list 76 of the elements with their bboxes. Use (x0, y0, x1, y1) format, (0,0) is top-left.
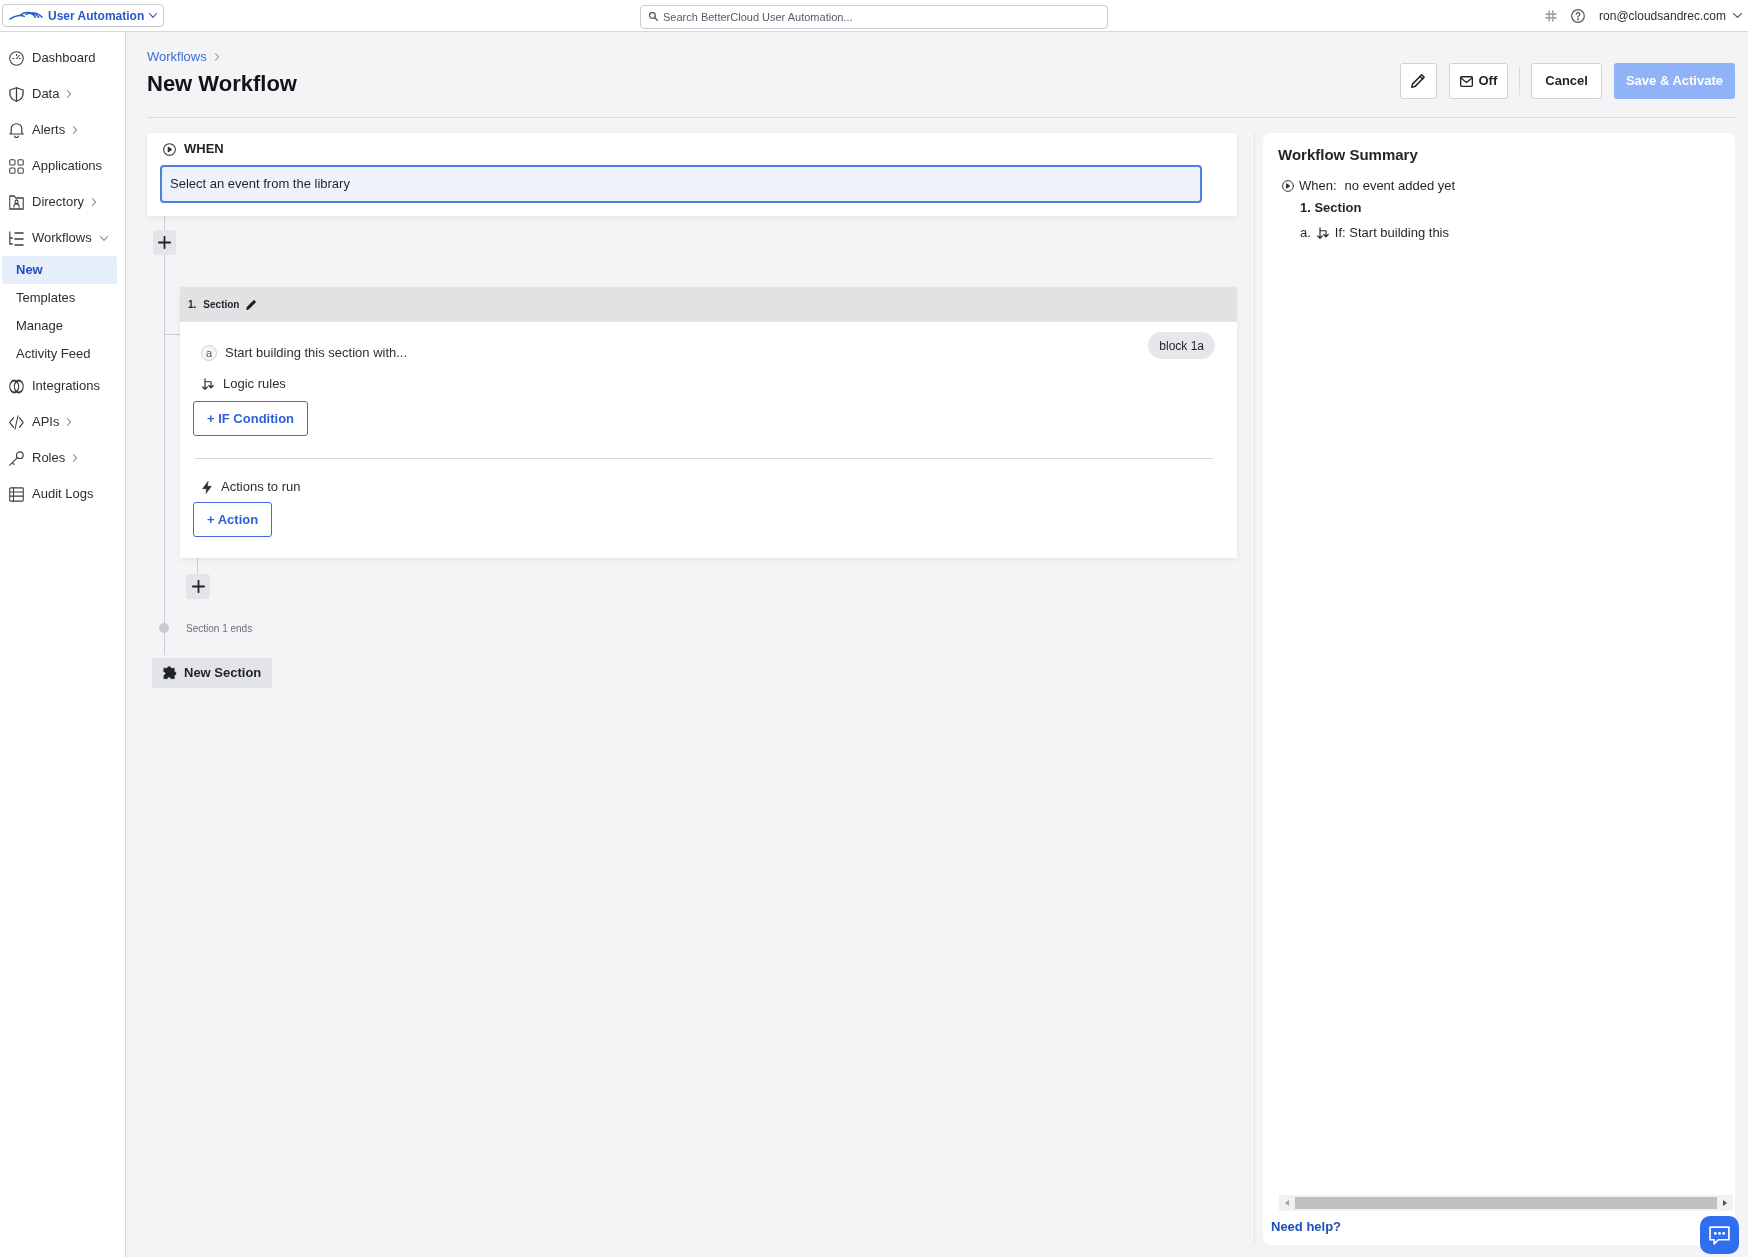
sidebar-subitem[interactable]: Templates (2, 284, 117, 312)
search-field[interactable]: Search BetterCloud User Automation... (640, 4, 1108, 29)
add-block-button[interactable] (186, 574, 210, 599)
branch-arrows-icon (1316, 227, 1329, 239)
actions-label: Actions to run (221, 478, 301, 497)
horizontal-scrollbar[interactable] (1279, 1195, 1733, 1211)
block-intro-text: Start building this section with... (225, 344, 408, 363)
summary-when-label: When: (1299, 177, 1337, 196)
block-label: block 1a (1148, 332, 1215, 359)
add-condition-button[interactable]: + IF Condition (193, 401, 308, 436)
summary-block-text: If: Start building this (1334, 224, 1449, 243)
block-letter-marker: a (201, 345, 217, 361)
chat-button[interactable] (1700, 1216, 1739, 1254)
sidebar-item[interactable]: Audit Logs (0, 476, 125, 512)
sidebar-item[interactable]: Data (0, 76, 125, 112)
plus-icon (158, 236, 171, 249)
list-tree-icon (9, 230, 24, 246)
sidebar-item[interactable]: Workflows (0, 220, 125, 256)
bell-icon (9, 122, 24, 138)
sidebar-subitem[interactable]: New (2, 256, 117, 284)
sidebar-subitem[interactable]: Activity Feed (2, 340, 117, 368)
play-circle-icon (163, 142, 176, 156)
app-switcher[interactable]: User Automation (2, 4, 165, 27)
section-title: Section (203, 298, 240, 312)
shield-icon (9, 86, 24, 102)
scrollbar-thumb[interactable] (1295, 1197, 1717, 1209)
pencil-icon (1411, 74, 1425, 88)
summary-block-marker: a. (1300, 224, 1311, 243)
search-icon (649, 11, 658, 21)
sidebar-subitem[interactable]: Manage (2, 312, 117, 340)
summary-section-title: 1. Section (1300, 199, 1363, 217)
branch-arrows-icon (202, 378, 214, 390)
gauge-icon (9, 50, 24, 66)
account-menu[interactable]: ron@cloudsandrec.com (1599, 6, 1742, 25)
edit-button[interactable] (1399, 63, 1437, 99)
notification-toggle-button[interactable]: Off (1448, 63, 1509, 99)
linked-rings-icon (9, 378, 24, 394)
sidebar-item[interactable]: Alerts (0, 112, 125, 148)
plus-icon (191, 580, 205, 593)
chat-bubble-icon (1709, 1225, 1730, 1245)
breadcrumb-link[interactable]: Workflows (147, 47, 207, 67)
add-step-button[interactable] (153, 230, 176, 255)
add-action-button[interactable]: + Action (193, 502, 273, 537)
summary-when-value: no event added yet (1344, 177, 1456, 196)
new-section-button[interactable]: New Section (152, 658, 273, 688)
triangle-right-icon[interactable] (1723, 1200, 1727, 1206)
sidebar-item[interactable]: Dashboard (0, 40, 125, 76)
grid-icon (9, 158, 24, 174)
lightning-icon (202, 480, 212, 494)
sidebar-item[interactable]: Applications (0, 148, 125, 184)
section-number: 1. (188, 298, 197, 312)
key-icon (9, 450, 24, 466)
table-icon (9, 486, 24, 502)
sidebar-item[interactable]: APIs (0, 404, 125, 440)
event-select-field[interactable]: Select an event from the library (160, 165, 1202, 203)
code-icon (9, 414, 24, 430)
summary-title: Workflow Summary (1278, 145, 1419, 165)
wave-logo-icon (9, 11, 43, 20)
envelope-icon (1459, 75, 1473, 87)
help-icon[interactable] (1571, 8, 1586, 23)
sidebar-item[interactable]: Integrations (0, 368, 125, 404)
pencil-icon[interactable] (246, 299, 258, 310)
sidebar-item[interactable]: Directory (0, 184, 125, 220)
logic-rules-label: Logic rules (223, 375, 286, 394)
folder-person-icon (9, 194, 24, 210)
cancel-button[interactable]: Cancel (1531, 63, 1602, 99)
sidebar-item[interactable]: Roles (0, 440, 125, 476)
section-end-label: Section 1 ends (186, 621, 253, 636)
chevron-down-icon (1733, 13, 1742, 18)
trigger-label: WHEN (184, 140, 224, 159)
chevron-right-icon (214, 53, 219, 61)
puzzle-icon (163, 666, 177, 680)
page-title: New Workflow (147, 70, 297, 98)
chevron-down-icon (149, 13, 158, 18)
help-link[interactable]: Need help? (1271, 1217, 1342, 1237)
play-circle-icon (1282, 180, 1294, 192)
